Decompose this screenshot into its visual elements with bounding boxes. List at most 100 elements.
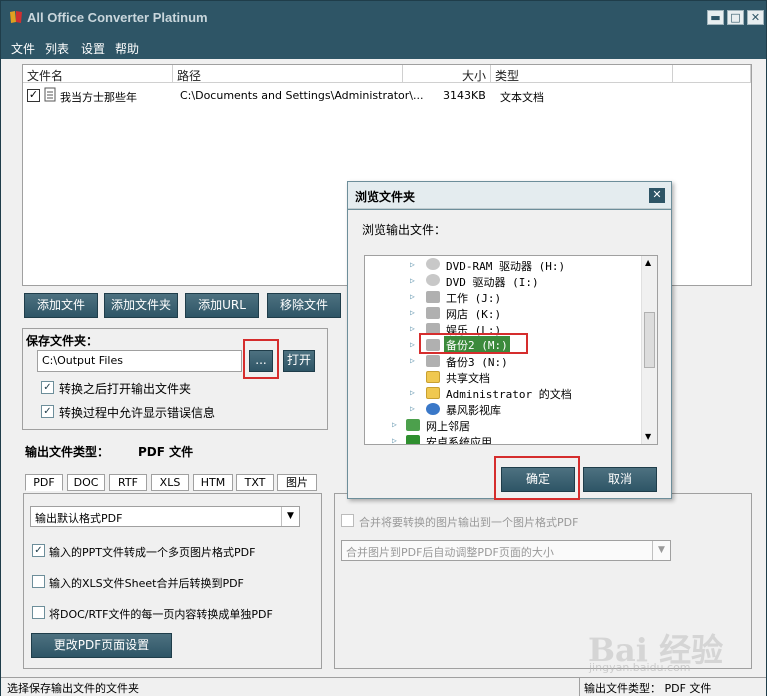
title-bar: All Office Converter Platinum ▬ □ ✕ xyxy=(1,1,766,35)
menu-help[interactable]: 帮助 xyxy=(115,40,139,57)
dialog-close-button[interactable]: ✕ xyxy=(649,188,665,203)
cancel-button[interactable]: 取消 xyxy=(583,467,657,492)
maximize-button[interactable]: □ xyxy=(727,10,744,25)
hard-drive-icon xyxy=(426,307,440,319)
col-header-path[interactable]: 路径 xyxy=(173,65,403,83)
menu-settings[interactable]: 设置 xyxy=(81,40,105,57)
col-header-empty xyxy=(673,65,751,83)
output-path-field[interactable]: C:\Output Files xyxy=(37,350,242,372)
merge-images-checkbox[interactable] xyxy=(341,514,354,527)
expand-arrow-icon[interactable]: ▷ xyxy=(410,340,415,349)
expand-arrow-icon[interactable]: ▷ xyxy=(410,276,415,285)
tab-txt[interactable]: TXT xyxy=(236,474,274,491)
expand-arrow-icon[interactable]: ▷ xyxy=(410,292,415,301)
network-icon xyxy=(406,419,420,431)
adjust-page-size-value: 合并图片到PDF后自动调整PDF页面的大小 xyxy=(346,546,554,559)
tab-pdf[interactable]: PDF xyxy=(25,474,63,491)
add-folder-button[interactable]: 添加文件夹 xyxy=(104,293,178,318)
tab-doc[interactable]: DOC xyxy=(67,474,105,491)
app-title: All Office Converter Platinum xyxy=(27,10,208,25)
browse-folder-dialog: 浏览文件夹 ✕ 浏览输出文件： ▷ DVD-RAM 驱动器 (H:) ▷ DVD… xyxy=(347,181,672,500)
menu-bar: 文件 列表 设置 帮助 xyxy=(1,35,766,59)
minimize-button[interactable]: ▬ xyxy=(707,10,724,25)
baidu-watermark-url: jingyan.baidu.com xyxy=(589,661,691,674)
tree-item-label: 网店 (K:) xyxy=(446,308,502,321)
expand-arrow-icon[interactable]: ▷ xyxy=(392,420,397,429)
row-file-size: 3143KB xyxy=(443,89,486,102)
chevron-down-icon[interactable]: ▼ xyxy=(652,541,670,560)
dialog-title-bar: 浏览文件夹 ✕ xyxy=(348,182,671,209)
expand-arrow-icon[interactable]: ▷ xyxy=(410,260,415,269)
col-header-size[interactable]: 大小 xyxy=(403,65,491,83)
tree-item-label: Administrator 的文档 xyxy=(446,388,572,401)
tree-item-label: 暴风影视库 xyxy=(446,404,501,417)
app-icon xyxy=(406,435,420,444)
col-header-name[interactable]: 文件名 xyxy=(23,65,173,83)
dvd-drive-icon xyxy=(426,274,440,286)
expand-arrow-icon[interactable]: ▷ xyxy=(410,308,415,317)
tree-item-label: 备份3 (N:) xyxy=(446,356,508,369)
add-file-button[interactable]: 添加文件 xyxy=(24,293,98,318)
tree-item-label: 工作 (J:) xyxy=(446,292,502,305)
pdf-format-select[interactable]: 输出默认格式PDF ▼ xyxy=(30,506,300,527)
status-output-type: 输出文件类型： PDF 文件 xyxy=(584,682,712,695)
menu-list[interactable]: 列表 xyxy=(45,40,69,57)
expand-arrow-icon[interactable]: ▷ xyxy=(410,356,415,365)
save-folder-label: 保存文件夹： xyxy=(26,334,99,348)
tree-item-label: DVD-RAM 驱动器 (H:) xyxy=(446,260,566,273)
show-errors-label: 转换过程中允许显示错误信息 xyxy=(59,406,216,420)
doc-split-checkbox[interactable] xyxy=(32,606,45,619)
document-icon xyxy=(44,87,56,102)
hard-drive-icon xyxy=(426,291,440,303)
pdf-format-value: 输出默认格式PDF xyxy=(35,512,123,525)
status-message: 选择保存输出文件的文件夹 xyxy=(7,682,139,695)
tab-rtf[interactable]: RTF xyxy=(109,474,147,491)
tab-xls[interactable]: XLS xyxy=(151,474,189,491)
hard-drive-icon xyxy=(426,355,440,367)
scroll-up-icon[interactable]: ▲ xyxy=(645,258,651,267)
status-divider xyxy=(579,678,580,696)
expand-arrow-icon[interactable]: ▷ xyxy=(410,404,415,413)
chevron-down-icon[interactable]: ▼ xyxy=(281,507,299,526)
ppt-to-image-pdf-label: 输入的PPT文件转成一个多页图片格式PDF xyxy=(49,546,256,559)
ppt-to-image-pdf-checkbox[interactable]: ✓ xyxy=(32,544,45,557)
dvd-drive-icon xyxy=(426,258,440,270)
adjust-page-size-select[interactable]: 合并图片到PDF后自动调整PDF页面的大小 ▼ xyxy=(341,540,671,561)
row-file-name: 我当方士那些年 xyxy=(60,91,137,104)
expand-arrow-icon[interactable]: ▷ xyxy=(410,324,415,333)
show-errors-checkbox[interactable]: ✓ xyxy=(41,405,54,418)
close-button[interactable]: ✕ xyxy=(747,10,764,25)
dialog-prompt: 浏览输出文件： xyxy=(362,223,447,237)
open-folder-button[interactable]: 打开 xyxy=(283,350,315,372)
pdf-page-settings-button[interactable]: 更改PDF页面设置 xyxy=(31,633,172,658)
col-header-type[interactable]: 类型 xyxy=(491,65,673,83)
open-after-convert-checkbox[interactable]: ✓ xyxy=(41,381,54,394)
open-after-convert-label: 转换之后打开输出文件夹 xyxy=(59,382,192,396)
expand-arrow-icon[interactable]: ▷ xyxy=(392,436,397,444)
row-checkbox[interactable]: ✓ xyxy=(27,89,40,102)
dialog-title: 浏览文件夹 xyxy=(355,190,416,204)
tree-scrollbar[interactable]: ▲ ▼ xyxy=(641,256,657,444)
expand-arrow-icon[interactable]: ▷ xyxy=(410,388,415,397)
row-file-type: 文本文档 xyxy=(500,91,544,104)
dialog-divider xyxy=(348,209,671,210)
menu-file[interactable]: 文件 xyxy=(11,40,35,57)
browse-button[interactable]: ... xyxy=(249,350,273,372)
add-url-button[interactable]: 添加URL xyxy=(185,293,259,318)
tab-image[interactable]: 图片 xyxy=(277,474,317,491)
remove-file-button[interactable]: 移除文件 xyxy=(267,293,341,318)
tree-item-label: 网上邻居 xyxy=(426,420,470,433)
app-logo-icon xyxy=(10,11,22,23)
tree-item-label: 安卓系统应用 xyxy=(426,436,492,445)
merge-images-label: 合并将要转换的图片输出到一个图片格式PDF xyxy=(359,516,579,529)
media-library-icon xyxy=(426,403,440,415)
ok-button[interactable]: 确定 xyxy=(501,467,575,492)
status-bar: 选择保存输出文件的文件夹 输出文件类型： PDF 文件 xyxy=(1,677,766,696)
scrollbar-thumb[interactable] xyxy=(644,312,655,368)
doc-split-label: 将DOC/RTF文件的每一页内容转换成单独PDF xyxy=(49,608,273,621)
xls-merge-checkbox[interactable] xyxy=(32,575,45,588)
row-file-path: C:\Documents and Settings\Administrator\… xyxy=(180,89,424,102)
tab-htm[interactable]: HTM xyxy=(193,474,233,491)
folder-icon xyxy=(426,371,440,383)
scroll-down-icon[interactable]: ▼ xyxy=(645,432,651,441)
